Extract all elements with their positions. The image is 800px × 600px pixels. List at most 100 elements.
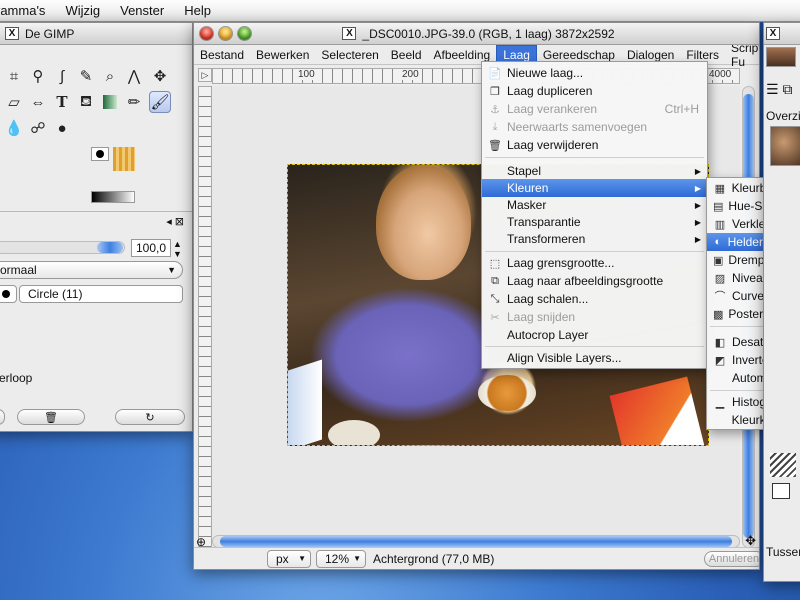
menu-item-transform[interactable]: Transformeren ▶ bbox=[482, 230, 707, 248]
opacity-value[interactable]: 100,0 bbox=[131, 239, 171, 257]
overview-label: Overzic bbox=[766, 109, 800, 123]
move-tool-icon[interactable]: ✥ bbox=[149, 65, 171, 87]
brightness-contrast-icon: ◐ bbox=[714, 236, 722, 248]
x11-icon: X bbox=[5, 27, 19, 40]
dodge-burn-icon[interactable]: ● bbox=[51, 117, 73, 139]
bucket-fill-icon[interactable]: ⛾ bbox=[75, 91, 97, 113]
minimize-button[interactable] bbox=[219, 27, 232, 40]
menu-item-layer-boundary[interactable]: ⬚ Laag grensgrootte... bbox=[482, 254, 707, 272]
trash-icon: 🗑 bbox=[44, 411, 58, 424]
brush-name-field[interactable]: Circle (11) bbox=[19, 285, 183, 303]
cancel-button[interactable]: Annuleren bbox=[704, 551, 759, 567]
menu-item-align-layers[interactable]: Align Visible Layers... bbox=[482, 349, 707, 367]
menu-item-label: Transparantie bbox=[507, 215, 581, 229]
chevron-down-icon: ▼ bbox=[298, 554, 306, 563]
menu-item-label: Laag verankeren bbox=[507, 102, 598, 116]
measure-tool-icon[interactable]: ⋀ bbox=[123, 65, 145, 87]
crop-tool-icon[interactable]: ⌗ bbox=[3, 65, 25, 87]
smudge-tool-icon[interactable]: ☍ bbox=[27, 117, 49, 139]
submenu-arrow-icon: ▶ bbox=[694, 183, 701, 193]
zoom-tool-icon[interactable]: ⌕ bbox=[99, 65, 121, 87]
ruler-mark: 200 bbox=[400, 69, 421, 80]
image-thumbnail[interactable] bbox=[766, 47, 796, 67]
zoom-select[interactable]: 12% ▼ bbox=[316, 550, 366, 568]
menu-help[interactable]: Help bbox=[174, 3, 221, 18]
layer-info: Achtergrond (77,0 MB) bbox=[373, 552, 495, 566]
opacity-slider-thumb[interactable] bbox=[97, 242, 123, 253]
image-titlebar[interactable]: X _DSC0010.JPG-39.0 (RGB, 1 laag) 3872x2… bbox=[194, 23, 759, 45]
blur-tool-icon[interactable]: 💧 bbox=[3, 117, 25, 139]
menu-item-transparency[interactable]: Transparantie ▶ bbox=[482, 213, 707, 231]
chevron-down-icon: ▼ bbox=[353, 554, 361, 563]
menu-item-label: Neerwaarts samenvoegen bbox=[507, 120, 648, 134]
menu-beeld[interactable]: Beeld bbox=[385, 46, 428, 64]
menu-item-autocrop[interactable]: Autocrop Layer bbox=[482, 326, 707, 344]
close-button[interactable] bbox=[200, 27, 213, 40]
toolbox-titlebar[interactable]: X De GIMP bbox=[0, 23, 192, 45]
text-tool-icon[interactable]: T bbox=[51, 91, 73, 113]
layers-tab-icon[interactable]: ☰ ⧉ bbox=[766, 81, 792, 98]
flip-tool-icon[interactable]: ⇔ bbox=[27, 91, 49, 113]
layers-dock: X ☰ ⧉ Overzic Tussen bbox=[763, 22, 800, 582]
menu-item-mask[interactable]: Masker ▶ bbox=[482, 196, 707, 214]
mac-menu-bar: ramma's Wijzig Venster Help bbox=[0, 0, 800, 22]
menu-item-new-layer[interactable]: 📄 Nieuwe laag... bbox=[482, 64, 707, 82]
menu-item-duplicate-layer[interactable]: ❐ Laag dupliceren bbox=[482, 82, 707, 100]
photo-box bbox=[609, 376, 707, 445]
pattern-icon[interactable] bbox=[770, 453, 796, 477]
menu-item-label: Laag snijden bbox=[507, 310, 576, 324]
paint-mode-select[interactable]: ormaal ▼ bbox=[0, 261, 183, 279]
fade-label: erloop bbox=[0, 371, 33, 385]
panel-controls[interactable]: ◂ ⊠ bbox=[166, 215, 184, 228]
menu-item-scale-layer[interactable]: ⤡ Laag schalen... bbox=[482, 290, 707, 308]
perspective-tool-icon[interactable]: ▱ bbox=[3, 91, 25, 113]
opacity-spinner-icon[interactable]: ▲ ▼ bbox=[173, 239, 182, 259]
ruler-menu-button[interactable]: ▷ bbox=[198, 68, 212, 82]
menu-item-label: Autocrop Layer bbox=[507, 328, 589, 342]
crop-icon: ✂ bbox=[490, 311, 500, 324]
menu-item-merge-down[interactable]: ⤓ Neerwaarts samenvoegen bbox=[482, 118, 707, 136]
menu-item-anchor-layer[interactable]: ⚓ Laag verankeren Ctrl+H bbox=[482, 100, 707, 118]
menu-selecteren[interactable]: Selecteren bbox=[315, 46, 384, 64]
unit-select[interactable]: px ▼ bbox=[267, 550, 311, 568]
menu-item-colors[interactable]: Kleuren ▶ bbox=[482, 179, 707, 197]
pencil-tool-icon[interactable]: ✏ bbox=[123, 91, 145, 113]
boundary-icon: ⬚ bbox=[489, 257, 501, 270]
reset-options-button[interactable]: ↻ bbox=[115, 409, 185, 425]
fit-icon: ⧉ bbox=[491, 274, 499, 287]
ruler-mark: 4000 bbox=[707, 69, 734, 80]
menu-item-label: Laag verwijderen bbox=[507, 138, 599, 152]
menu-item-stack[interactable]: Stapel ▶ bbox=[482, 162, 707, 180]
brush-preview[interactable] bbox=[0, 285, 17, 303]
hue-saturation-icon: ▤ bbox=[713, 200, 724, 213]
gradient-preview[interactable] bbox=[91, 191, 135, 203]
toolbox-window: X De GIMP ⌗ ⚲ ∫ ✎ ⌕ ⋀ ✥ ▱ ⇔ T ⛾ ✏ 🖌 💧 ☍ … bbox=[0, 22, 193, 432]
menu-programmas[interactable]: ramma's bbox=[0, 3, 55, 18]
menu-bestand[interactable]: Bestand bbox=[194, 46, 250, 64]
foreground-color[interactable] bbox=[91, 147, 109, 161]
dock-titlebar[interactable]: X bbox=[764, 23, 800, 45]
zoom-button[interactable] bbox=[238, 27, 251, 40]
pattern-preview[interactable] bbox=[113, 147, 135, 171]
paths-tool-icon[interactable]: ∫ bbox=[51, 65, 73, 87]
menu-item-delete-layer[interactable]: 🗑 Laag verwijderen bbox=[482, 136, 707, 154]
paintbrush-tool-icon[interactable]: 🖌 bbox=[149, 91, 171, 113]
photo-person-head bbox=[376, 165, 471, 280]
photo-plate bbox=[328, 420, 380, 445]
fuzzy-select-icon[interactable]: ⚲ bbox=[27, 65, 49, 87]
save-options-button[interactable] bbox=[0, 409, 5, 425]
menu-wijzig[interactable]: Wijzig bbox=[55, 3, 110, 18]
invert-icon: ◩ bbox=[714, 354, 726, 367]
unit-value: px bbox=[276, 552, 289, 566]
color-picker-icon[interactable]: ✎ bbox=[75, 65, 97, 87]
navigation-preview[interactable] bbox=[770, 126, 800, 166]
menu-item-layer-to-image[interactable]: ⧉ Laag naar afbeeldingsgrootte bbox=[482, 272, 707, 290]
menu-bewerken[interactable]: Bewerken bbox=[250, 46, 315, 64]
swatch-icon[interactable] bbox=[772, 483, 790, 499]
vertical-ruler[interactable] bbox=[198, 86, 212, 548]
menu-venster[interactable]: Venster bbox=[110, 3, 174, 18]
delete-options-button[interactable]: 🗑 bbox=[17, 409, 85, 425]
menu-item-crop-layer[interactable]: ✂ Laag snijden bbox=[482, 308, 707, 326]
blend-tool-icon[interactable] bbox=[99, 91, 121, 113]
menu-item-label: Nieuwe laag... bbox=[507, 66, 584, 80]
